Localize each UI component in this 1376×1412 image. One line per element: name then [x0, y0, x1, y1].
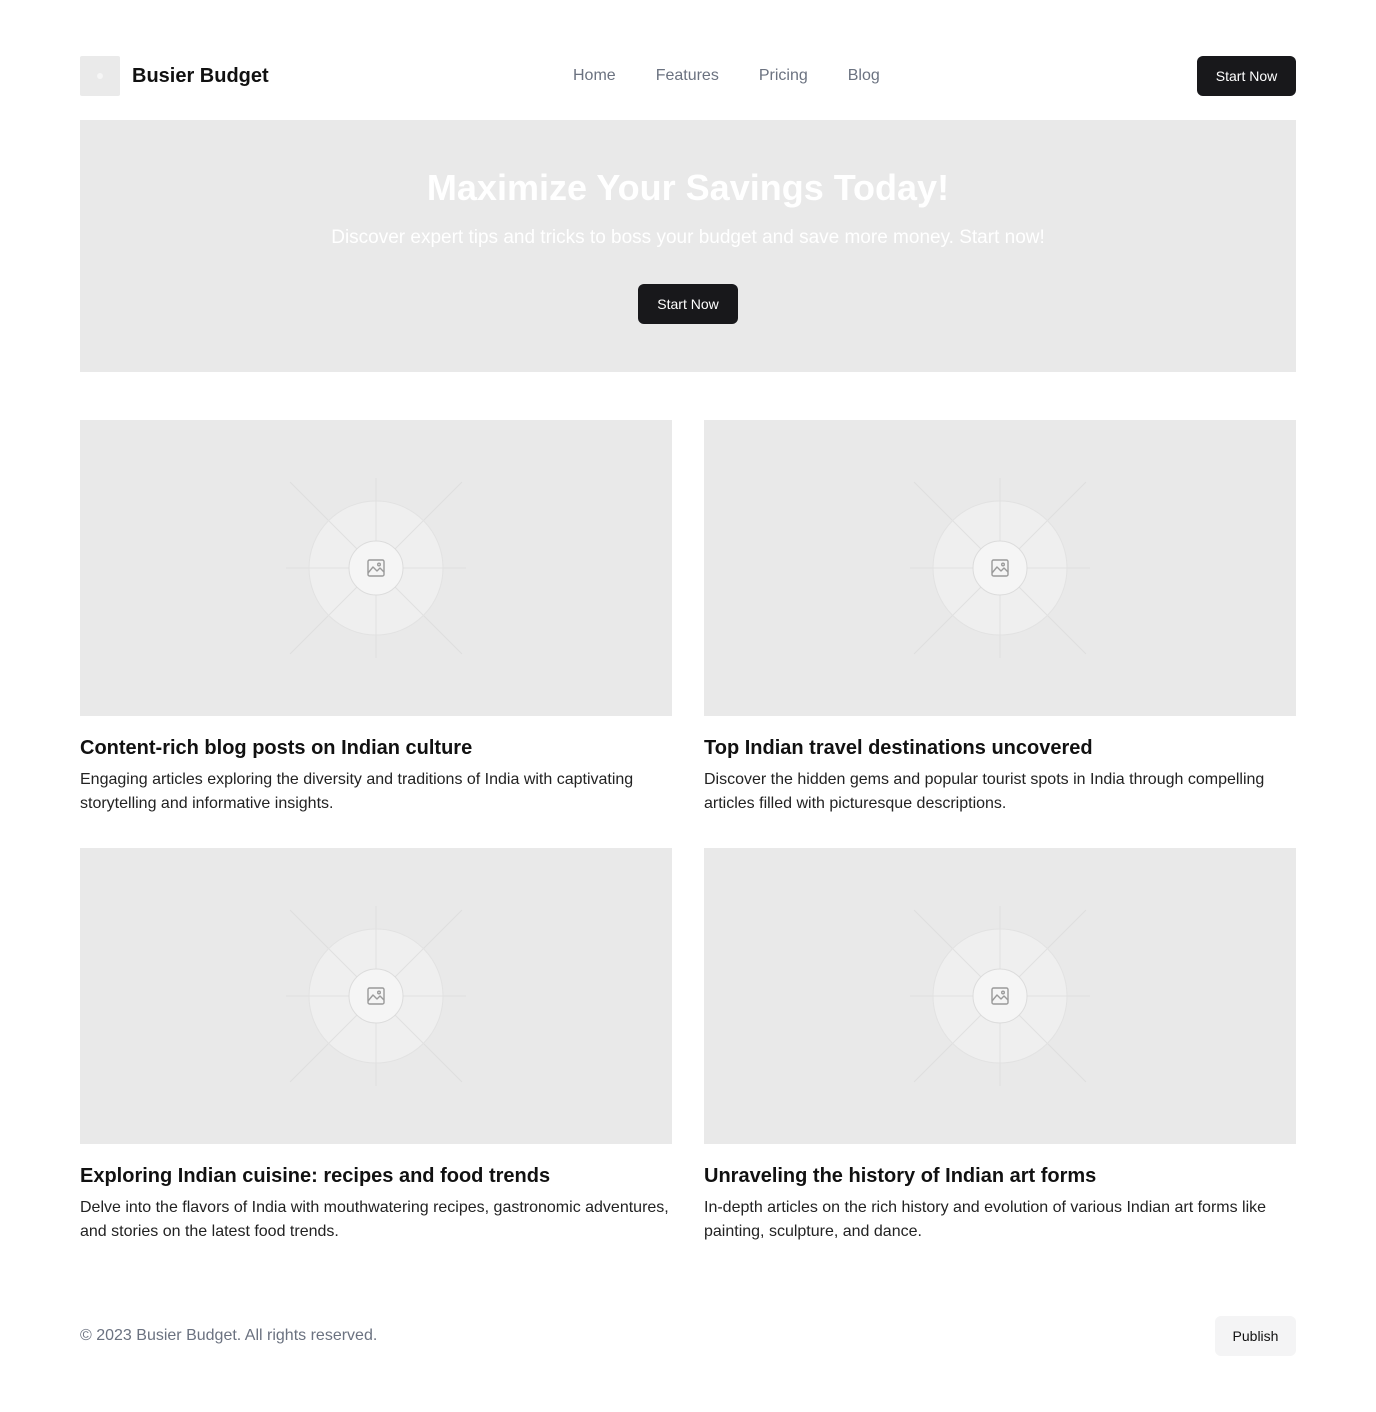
card-description: Delve into the flavors of India with mou…: [80, 1199, 669, 1240]
card-description: Discover the hidden gems and popular tou…: [704, 771, 1265, 812]
card-image: [704, 848, 1296, 1144]
card-description: In-depth articles on the rich history an…: [704, 1199, 1267, 1240]
article-card[interactable]: Exploring Indian cuisine: recipes and fo…: [80, 848, 672, 1240]
hero-title: Maximize Your Savings Today!: [426, 167, 950, 208]
header-start-now-button[interactable]: Start Now: [1197, 56, 1296, 96]
card-image: [704, 420, 1296, 716]
card-image: [80, 420, 672, 716]
card-title[interactable]: Content-rich blog posts on Indian cultur…: [80, 736, 472, 760]
article-card[interactable]: Top Indian travel destinations uncovered…: [704, 420, 1296, 812]
card-title[interactable]: Unraveling the history of Indian art for…: [704, 1164, 1096, 1188]
nav-link-features[interactable]: Features: [656, 66, 719, 86]
logo-icon[interactable]: [80, 56, 120, 96]
article-card[interactable]: Unraveling the history of Indian art for…: [704, 848, 1296, 1240]
article-card[interactable]: Content-rich blog posts on Indian cultur…: [80, 420, 672, 812]
hero-banner: Maximize Your Savings Today! Discover ex…: [80, 120, 1296, 372]
hero-subtitle: Discover expert tips and tricks to boss …: [331, 227, 1045, 248]
nav-link-pricing[interactable]: Pricing: [759, 66, 808, 86]
site-header: Busier Budget Home Features Pricing Blog…: [80, 56, 1296, 96]
card-title[interactable]: Top Indian travel destinations uncovered: [704, 736, 1093, 760]
publish-button[interactable]: Publish: [1215, 1316, 1296, 1356]
hero-start-now-button[interactable]: Start Now: [638, 284, 738, 324]
main-nav: Home Features Pricing Blog: [573, 66, 880, 86]
card-image: [80, 848, 672, 1144]
nav-link-blog[interactable]: Blog: [848, 66, 880, 86]
card-description: Engaging articles exploring the diversit…: [80, 771, 634, 812]
nav-link-home[interactable]: Home: [573, 66, 616, 86]
card-title[interactable]: Exploring Indian cuisine: recipes and fo…: [80, 1164, 550, 1188]
brand-name[interactable]: Busier Budget: [132, 64, 269, 88]
footer-copyright: © 2023 Busier Budget. All rights reserve…: [80, 1327, 378, 1344]
